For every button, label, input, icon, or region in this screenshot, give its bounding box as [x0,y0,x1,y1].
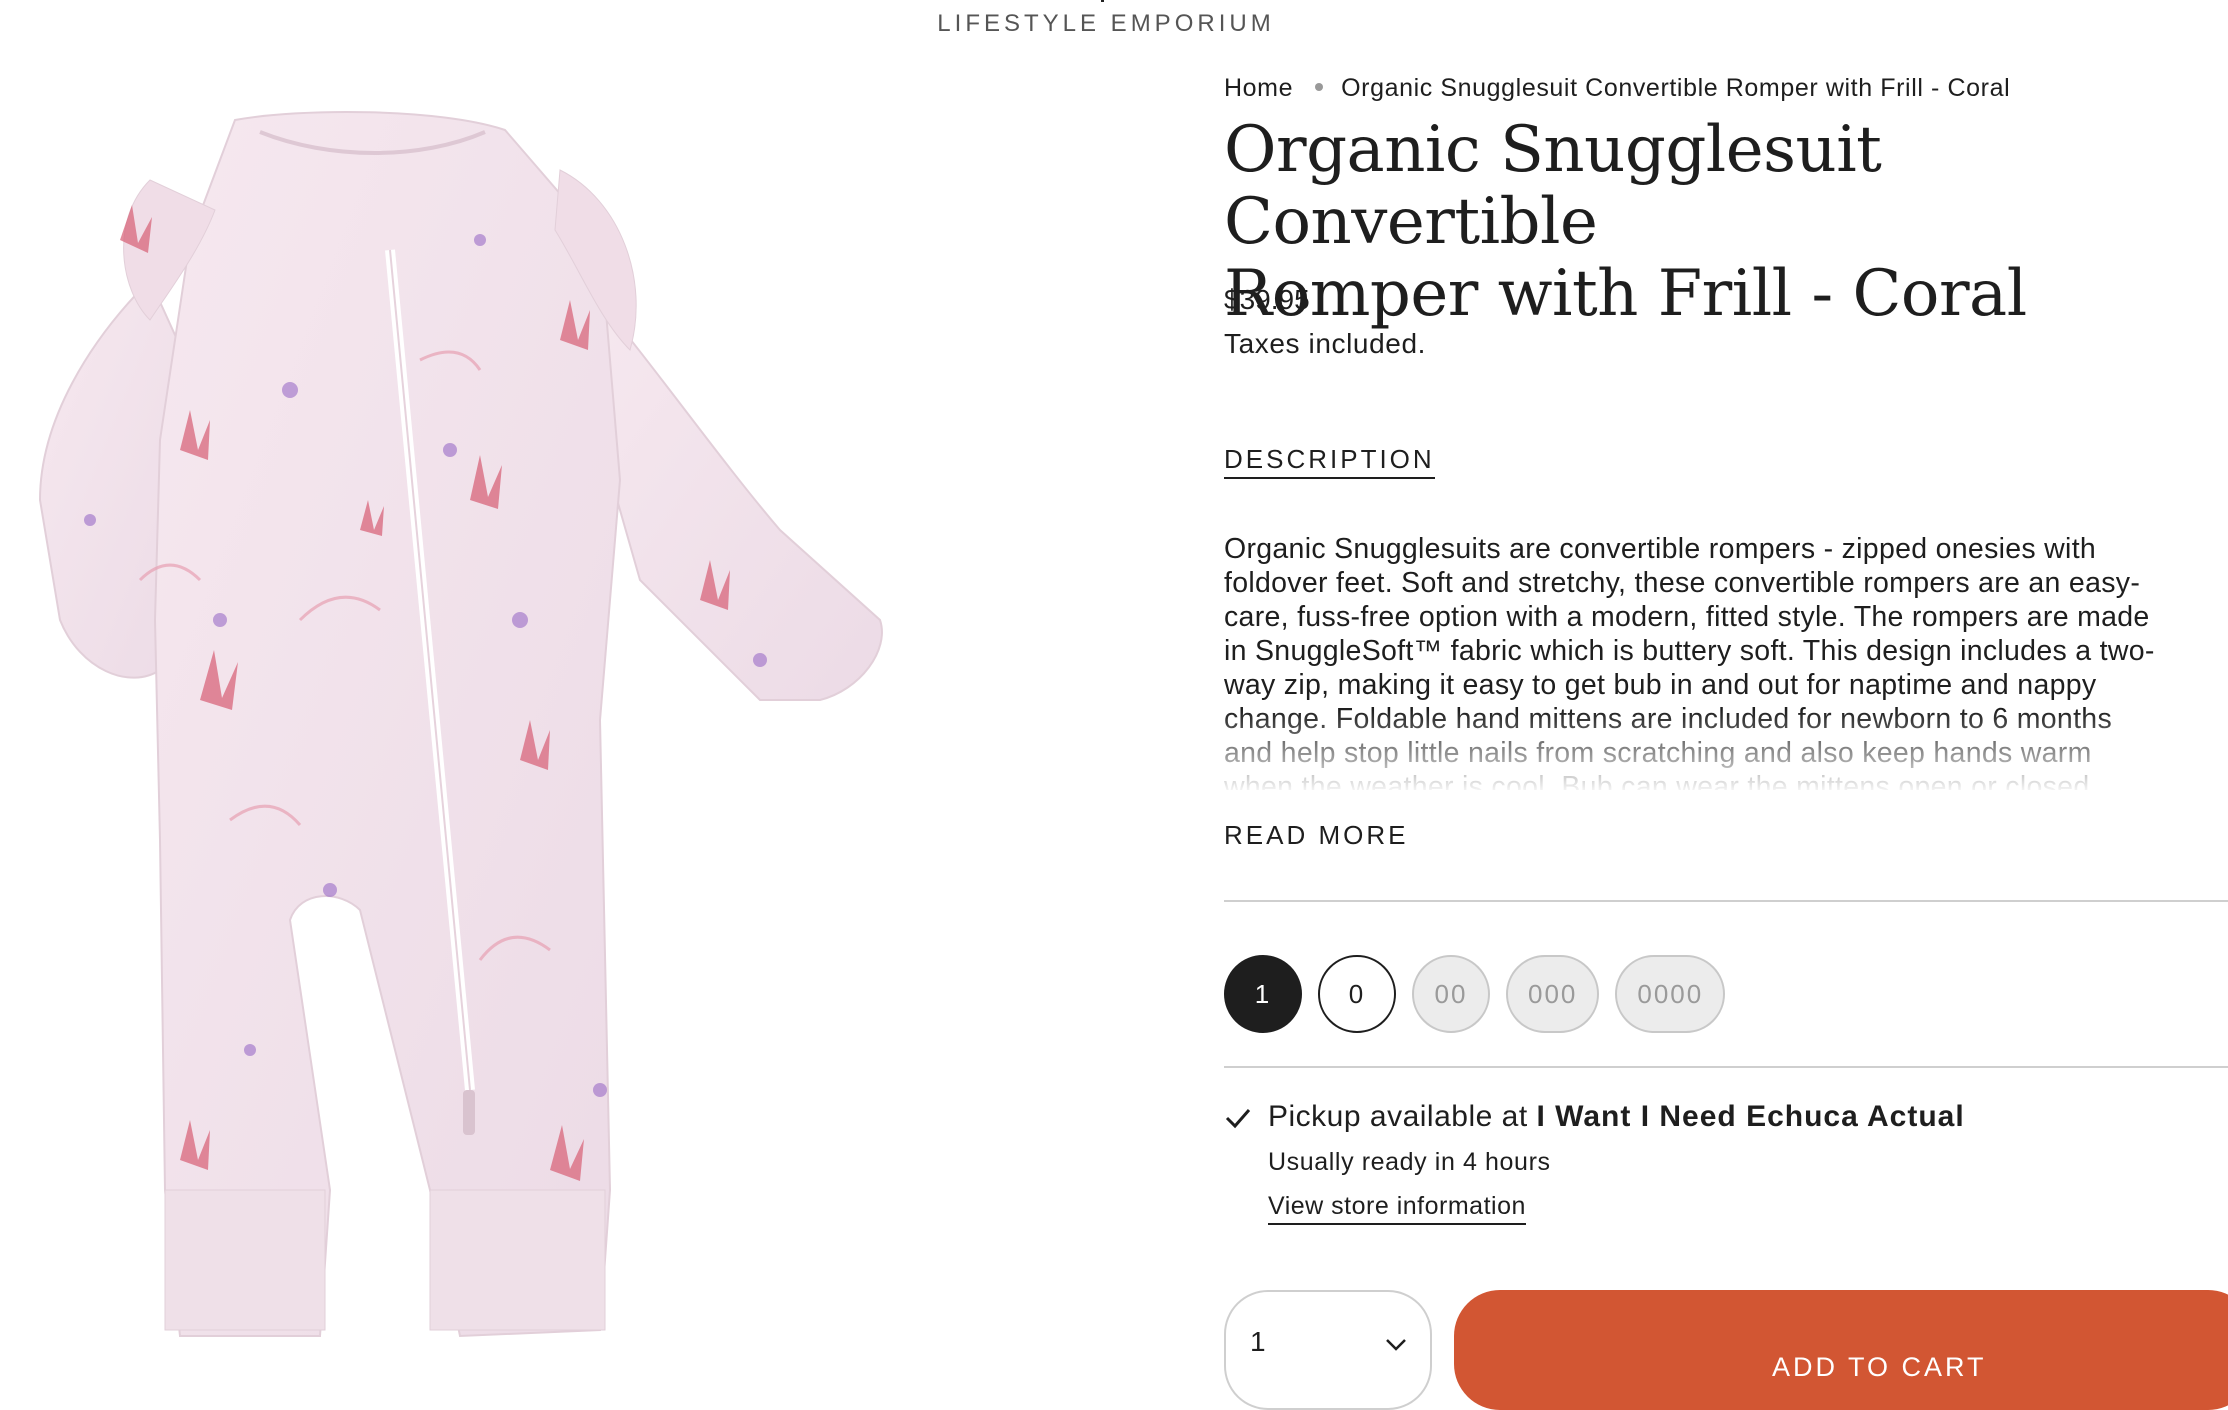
product-title-line2: Romper with Frill - Coral [1224,257,2027,331]
pickup-store-name: I Want I Need Echuca Actual [1536,1100,1965,1133]
pickup-prefix: Pickup available at [1268,1100,1537,1133]
quantity-select[interactable]: 1 [1224,1290,1432,1410]
size-option-0000[interactable]: 0000 [1615,955,1726,1033]
size-option-00[interactable]: 00 [1412,955,1490,1033]
divider [1224,900,2228,902]
pickup-line: Pickup available at I Want I Need Echuca… [1268,1100,1965,1134]
breadcrumb-home-link[interactable]: Home [1224,74,1293,102]
check-icon [1225,1109,1251,1129]
brand-logo-fragment[interactable] [1098,0,1108,4]
romper-illustration [38,110,883,1338]
add-to-cart-button[interactable]: ADD TO CART [1454,1290,2228,1410]
size-selector: 1 0 00 000 0000 [1224,955,1726,1033]
pickup-ready-time: Usually ready in 4 hours [1268,1148,1551,1176]
description-fade [1224,710,2228,790]
description-content: Organic Snugglesuits are convertible rom… [1224,532,2228,790]
read-more-button[interactable]: READ MORE [1224,820,1408,851]
breadcrumb: Home Organic Snugglesuit Convertible Romp… [1224,74,2010,103]
view-store-information-link[interactable]: View store information [1268,1192,1526,1225]
chevron-down-icon [1386,1339,1406,1351]
size-option-1[interactable]: 1 [1224,955,1302,1033]
tab-description[interactable]: DESCRIPTION [1224,444,1435,479]
product-price: $39.95 [1224,284,1310,315]
breadcrumb-separator [1315,83,1324,92]
size-option-0[interactable]: 0 [1318,955,1396,1033]
tax-note: Taxes included. [1224,328,1427,359]
brand-subtitle: LIFESTYLE EMPORIUM [937,10,1275,37]
divider [1224,1066,2228,1068]
quantity-value: 1 [1250,1326,1266,1357]
product-image[interactable] [0,60,1150,1376]
size-option-000[interactable]: 000 [1506,955,1600,1033]
product-title: Organic Snugglesuit Convertible Romper w… [1224,114,2224,330]
breadcrumb-current: Organic Snugglesuit Convertible Romper w… [1341,74,2011,102]
product-title-line1: Organic Snugglesuit Convertible [1224,113,1882,259]
